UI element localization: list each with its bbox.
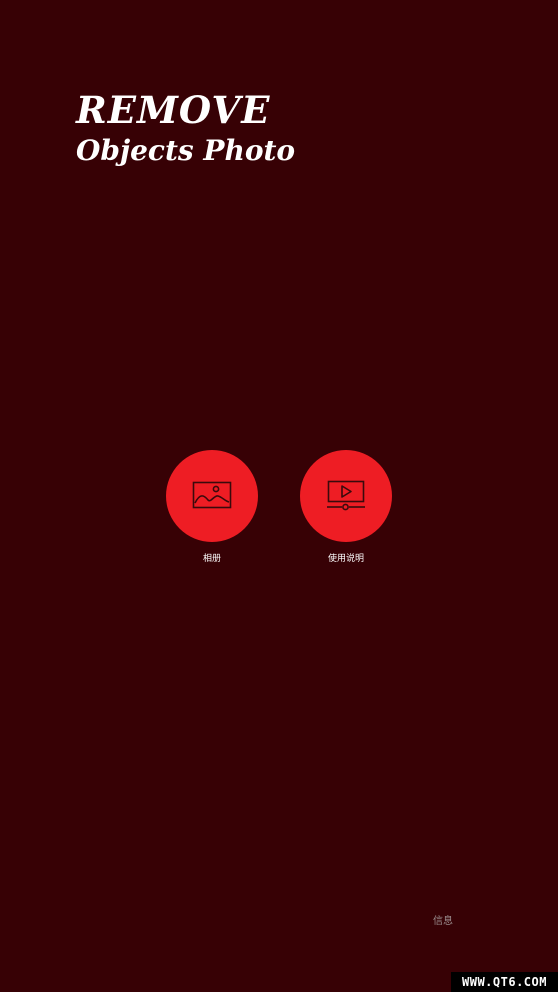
app-title-line1: REMOVE <box>76 88 271 132</box>
album-button[interactable] <box>166 450 258 542</box>
video-play-icon <box>327 480 365 511</box>
album-label: 相册 <box>202 554 221 564</box>
app-title: REMOVE Objects Photo <box>76 92 295 165</box>
instructions-label: 使用说明 <box>327 554 364 564</box>
watermark: WWW.QT6.COM <box>451 972 558 992</box>
app-title-line2: Objects Photo <box>76 134 296 167</box>
instructions-button[interactable] <box>300 450 392 542</box>
info-link[interactable]: 信息 <box>428 912 458 927</box>
image-icon <box>192 481 232 509</box>
